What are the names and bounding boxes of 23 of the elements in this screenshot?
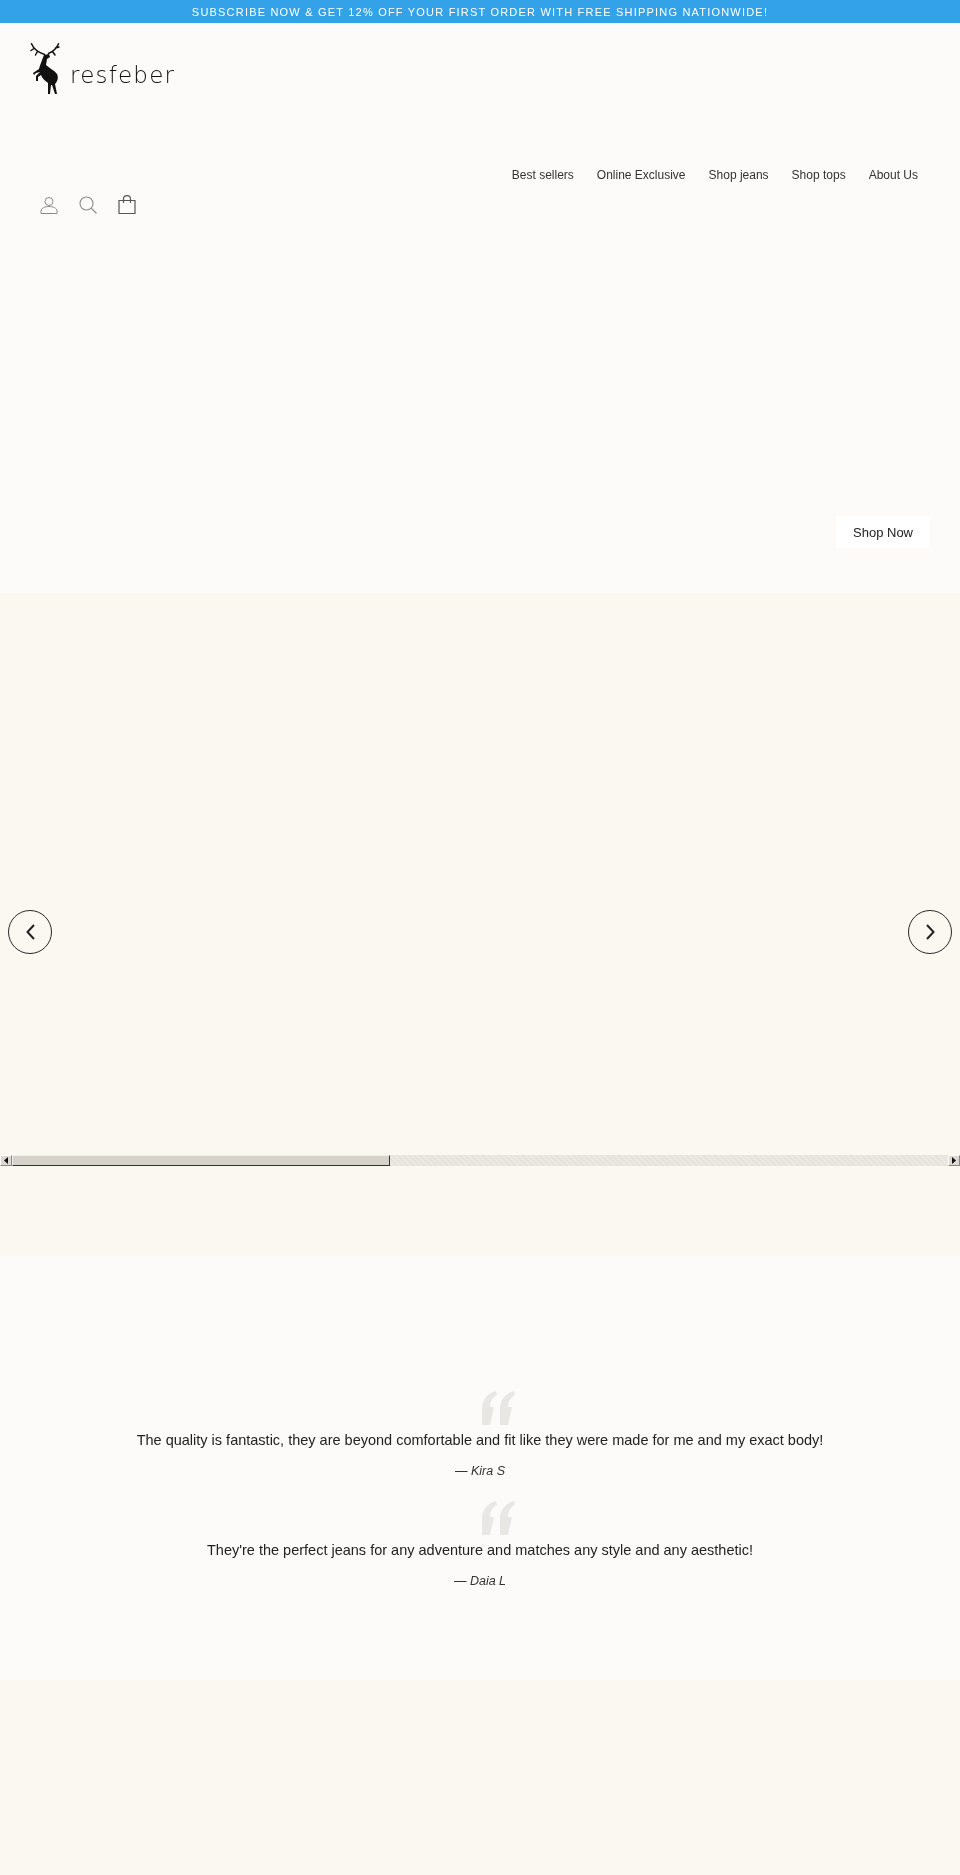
chevron-left-icon (25, 924, 35, 940)
chevron-right-icon (925, 924, 935, 940)
scrollbar-thumb[interactable] (12, 1155, 390, 1166)
triangle-right-icon (952, 1157, 956, 1164)
nav-link[interactable]: About Us (868, 163, 918, 187)
nav-link[interactable]: Shop jeans (708, 163, 769, 187)
testimonial-author: — Daia L (453, 1573, 507, 1590)
nav-link[interactable]: Best sellers (511, 163, 574, 187)
scroll-left-button[interactable] (0, 1155, 12, 1166)
triangle-left-icon (4, 1157, 8, 1164)
deer-icon[interactable] (30, 43, 60, 95)
search-icon[interactable] (79, 195, 97, 214)
scroll-right-button[interactable] (948, 1155, 960, 1166)
logo-wordmark[interactable]: resfeber (70, 61, 176, 89)
shopping-bag-icon[interactable] (118, 195, 136, 214)
announcement-text: SUBSCRIBE NOW & GET 12% OFF YOUR FIRST ORDER WITH FREE SHIPPING NATIONWIDE! (191, 4, 769, 19)
testimonial-quote: The quality is fantastic, they are beyond comfortable and fit like they were made for me and my exact body! (136, 1431, 824, 1450)
nav-link[interactable]: Online Exclusive (596, 163, 686, 187)
nav-link[interactable]: Shop tops (791, 163, 846, 187)
testimonial-author: — Kira S (455, 1463, 505, 1480)
shop-now-button[interactable]: Shop Now (836, 516, 930, 548)
account-icon[interactable] (40, 195, 58, 214)
testimonial-quote: They're the perfect jeans for any adventure and matches any style and any aesthetic! (207, 1541, 753, 1560)
